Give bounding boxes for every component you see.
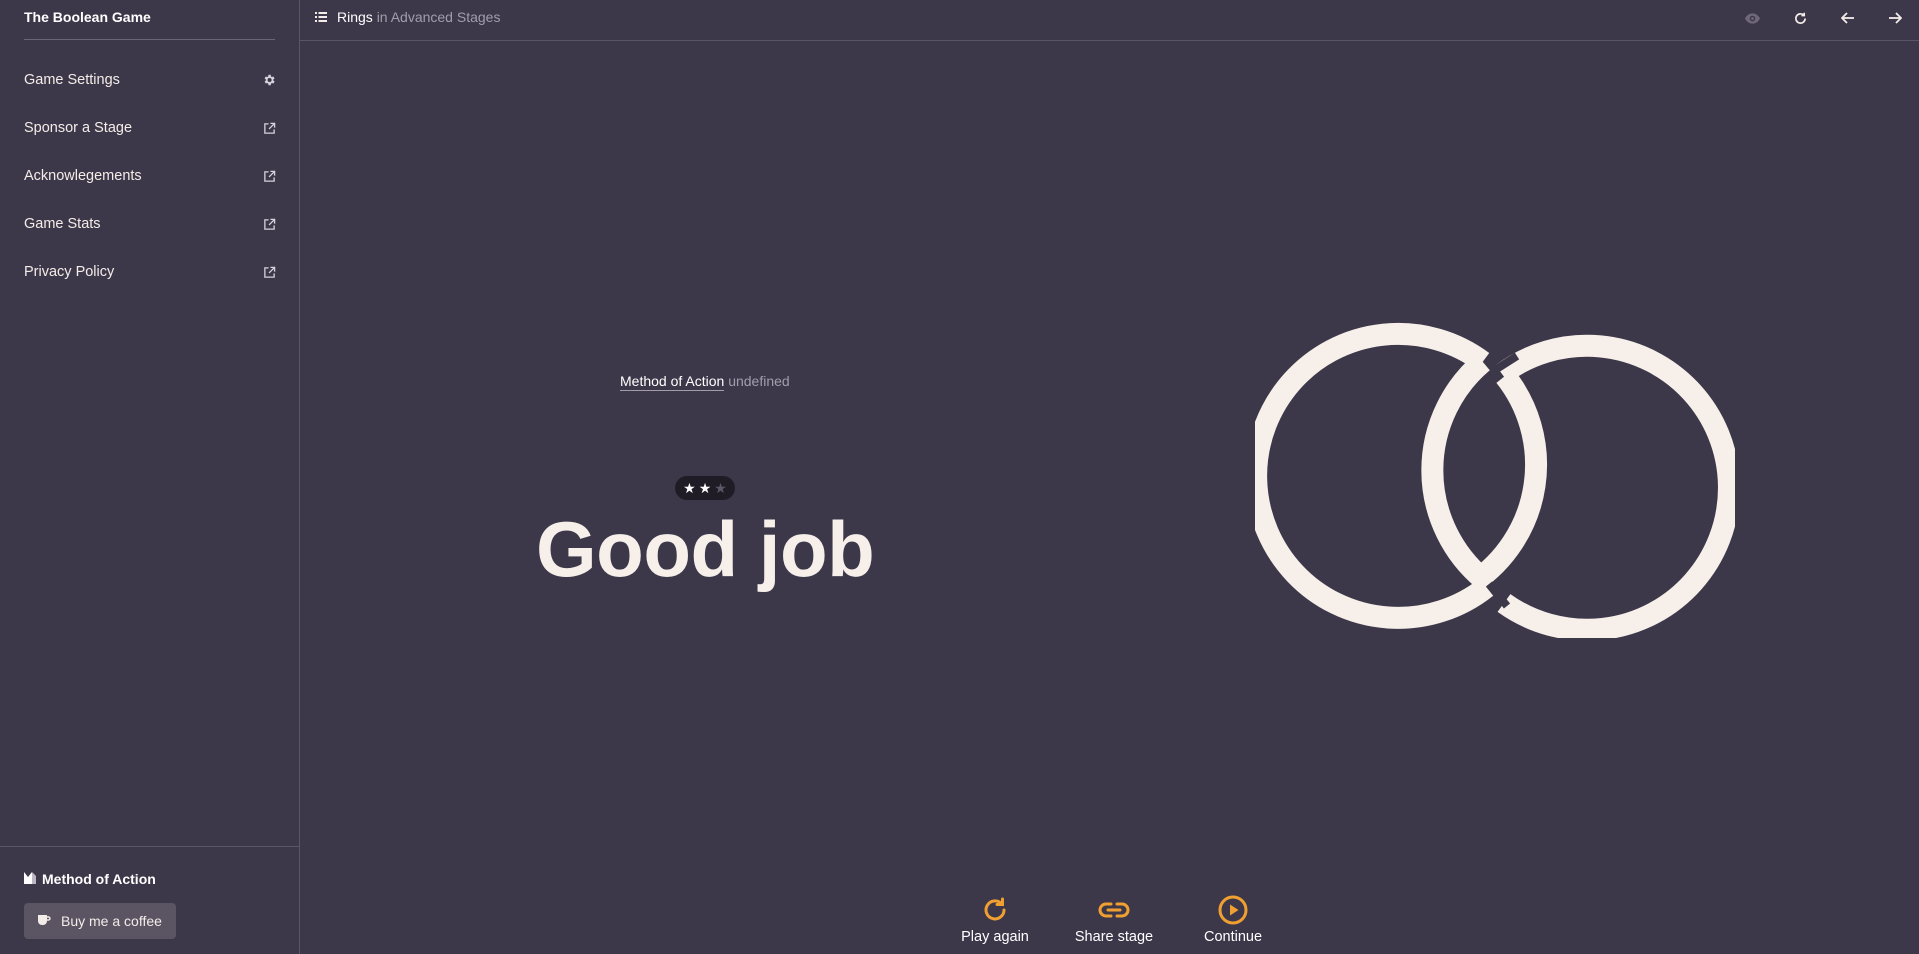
external-link-icon (261, 264, 277, 280)
refresh-icon[interactable] (1788, 6, 1812, 30)
sidebar-item-label: Acknowlegements (24, 168, 142, 184)
sidebar: The Boolean Game Game Settings Sponsor a… (0, 0, 300, 954)
play-again-button[interactable]: Play again (945, 893, 1045, 945)
sidebar-item-acknowlegements[interactable]: Acknowlegements (0, 152, 300, 200)
replay-icon (978, 893, 1012, 927)
star-filled-icon: ★ (698, 479, 712, 496)
external-link-icon (261, 168, 277, 184)
result-actions: Play again Share stage Continue (945, 893, 1285, 954)
buy-coffee-button[interactable]: Buy me a coffee (24, 903, 176, 939)
app-title: The Boolean Game (24, 9, 275, 40)
buy-coffee-label: Buy me a coffee (61, 913, 162, 929)
link-icon (1097, 893, 1131, 927)
method-of-action-logo-icon (24, 871, 36, 887)
eye-icon[interactable] (1740, 6, 1764, 30)
right-ring-inner-arc (1421, 353, 1491, 588)
sidebar-item-label: Game Settings (24, 72, 120, 88)
share-stage-button[interactable]: Share stage (1064, 893, 1164, 945)
sidebar-item-privacy-policy[interactable]: Privacy Policy (0, 248, 300, 296)
star-rating: ★ ★ ★ (675, 476, 735, 500)
sidebar-item-game-stats[interactable]: Game Stats (0, 200, 300, 248)
external-link-icon (261, 216, 277, 232)
continue-button[interactable]: Continue (1183, 893, 1283, 945)
method-of-action-inline-link[interactable]: Method of Action (620, 373, 725, 391)
continue-label: Continue (1203, 929, 1263, 945)
gear-icon (261, 72, 277, 88)
play-again-label: Play again (961, 929, 1029, 945)
play-circle-icon (1216, 893, 1250, 927)
sidebar-menu: Game Settings Sponsor a Stage Acknowlege… (0, 56, 300, 296)
method-suffix: undefined (728, 373, 790, 389)
star-empty-icon: ★ (714, 479, 727, 496)
arrow-left-icon[interactable] (1836, 6, 1860, 30)
sidebar-item-game-settings[interactable]: Game Settings (0, 56, 300, 104)
method-line: Method of Action undefined (620, 373, 790, 391)
sidebar-footer: Method of Action Buy me a coffee (0, 846, 300, 954)
external-link-icon (261, 120, 277, 136)
top-bar: Rings in Advanced Stages (300, 0, 1919, 41)
method-of-action-link[interactable]: Method of Action (24, 871, 156, 887)
sidebar-item-label: Privacy Policy (24, 264, 115, 280)
coffee-cup-icon (37, 913, 51, 929)
left-ring (1255, 322, 1494, 629)
sidebar-item-label: Game Stats (24, 216, 101, 232)
rings-graphic (1255, 322, 1735, 638)
result-headline: Good job (536, 505, 875, 593)
star-filled-icon: ★ (683, 479, 696, 496)
arrow-right-icon[interactable] (1883, 6, 1907, 30)
share-stage-label: Share stage (1074, 929, 1154, 945)
sidebar-item-label: Sponsor a Stage (24, 120, 133, 136)
method-of-action-label: Method of Action (42, 871, 156, 887)
sidebar-item-sponsor[interactable]: Sponsor a Stage (0, 104, 300, 152)
